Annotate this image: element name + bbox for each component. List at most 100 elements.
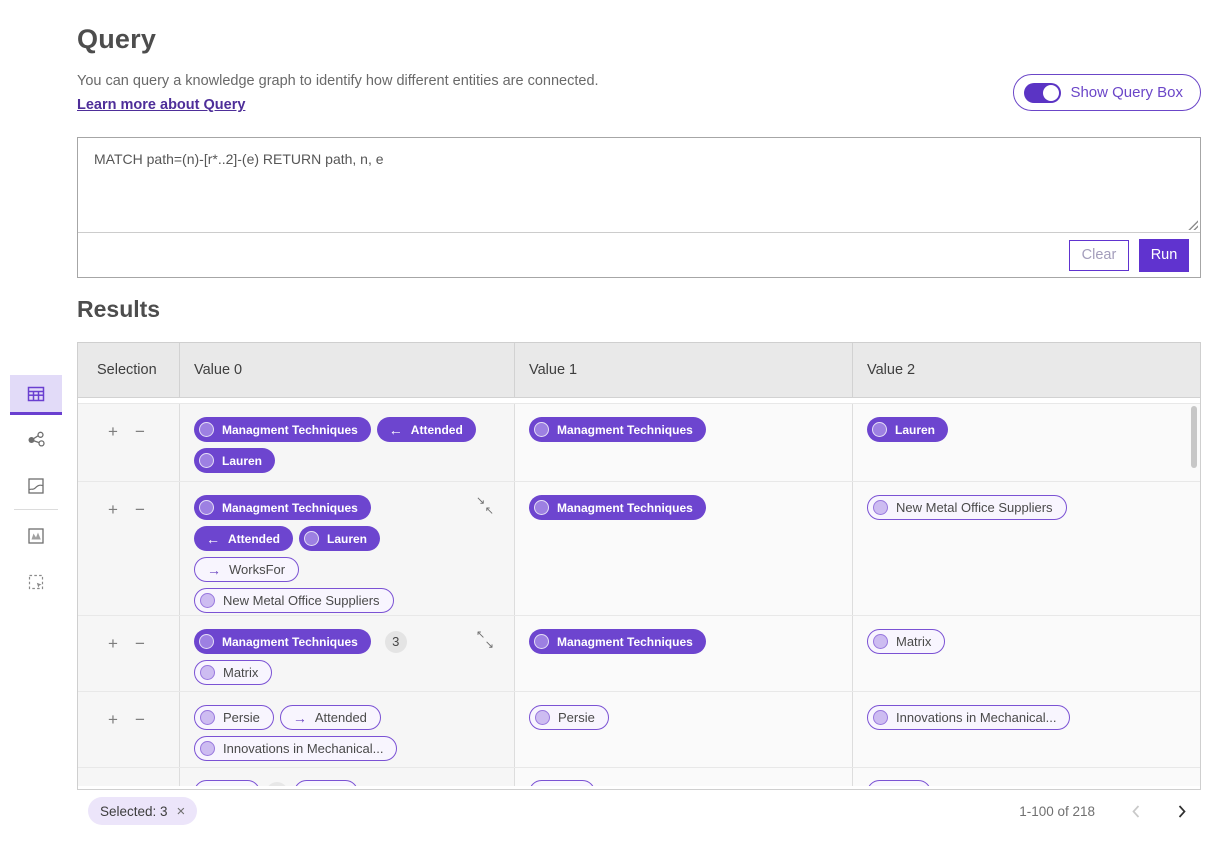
pill-label: Matrix	[896, 634, 931, 649]
cell-selection: +−	[78, 616, 180, 691]
node-pill[interactable]: Lauren	[867, 417, 948, 442]
cell-value-1: Persie	[515, 692, 853, 767]
results-title: Results	[77, 296, 160, 323]
overflow-count-badge[interactable]: 3	[385, 631, 407, 653]
node-dot-icon	[304, 531, 319, 546]
node-dot-icon	[872, 422, 887, 437]
table-row: +− Managment Techniques ← Attended Lauren Man…	[78, 403, 1200, 481]
pill-label: Attended	[411, 423, 463, 437]
pill-line: Persie → Attended	[194, 705, 500, 730]
sidebar-item-link-chart[interactable]	[10, 420, 62, 460]
collapse-row-icon[interactable]: ↘↖	[476, 496, 494, 517]
pill-line: ←AttendedLauren	[194, 526, 500, 551]
pill-label: Managment Techniques	[557, 423, 693, 437]
node-pill[interactable]: Managment Techniques	[194, 629, 371, 654]
toggle-switch-icon[interactable]	[1024, 83, 1061, 103]
arrow-left-icon: ←	[389, 423, 403, 437]
sidebar-item-table-view[interactable]	[10, 375, 62, 415]
table-body: +−Managment Techniques←AttendedLaurenMan…	[78, 398, 1200, 786]
table-row	[78, 767, 1200, 786]
pill-partial	[529, 780, 595, 786]
column-header: Value 0	[180, 343, 515, 397]
cell-selection: +−	[78, 404, 180, 481]
add-to-selection-button[interactable]: +	[108, 423, 118, 440]
pill-label: Innovations in Mechanical...	[896, 710, 1056, 725]
node-dot-icon	[535, 710, 550, 725]
cell-selection: +−	[78, 692, 180, 767]
table-row: +−Managment Techniques3Matrix↖↘Managment…	[78, 615, 1200, 691]
cell-value-0: Managment Techniques 3 Matrix ↖↘	[180, 616, 515, 691]
next-page-button[interactable]	[1177, 804, 1187, 819]
node-pill[interactable]: Matrix	[867, 629, 945, 654]
sidebar-item-new-map[interactable]	[10, 516, 62, 556]
map-icon	[26, 476, 46, 496]
node-pill[interactable]: Managment Techniques	[529, 417, 706, 442]
node-pill[interactable]: Managment Techniques	[529, 495, 706, 520]
cell-value-2: Matrix	[853, 616, 1200, 691]
node-pill[interactable]: Managment Techniques	[194, 495, 371, 520]
sidebar-item-map[interactable]	[10, 466, 62, 506]
learn-more-link[interactable]: Learn more about Query	[77, 97, 245, 113]
node-dot-icon	[534, 634, 549, 649]
prev-page-button[interactable]	[1131, 804, 1141, 819]
node-pill[interactable]: Matrix	[194, 660, 272, 685]
node-pill[interactable]: New Metal Office Suppliers	[867, 495, 1067, 520]
add-to-selection-button[interactable]: +	[108, 635, 118, 652]
remove-from-selection-button[interactable]: −	[135, 423, 145, 440]
clear-button[interactable]: Clear	[1069, 240, 1129, 271]
remove-from-selection-button[interactable]: −	[135, 501, 145, 518]
edge-pill[interactable]: ←Attended	[194, 526, 293, 551]
arrow-right-icon: →	[207, 563, 221, 577]
vertical-scrollbar[interactable]	[1191, 406, 1197, 468]
node-pill[interactable]: Innovations in Mechanical...	[867, 705, 1070, 730]
add-to-selection-button[interactable]: +	[108, 501, 118, 518]
node-pill[interactable]: Lauren	[299, 526, 380, 551]
arrow-right-icon: →	[293, 711, 307, 725]
arrow-left-icon: ←	[206, 532, 220, 546]
remove-from-selection-button[interactable]: −	[135, 635, 145, 652]
node-pill[interactable]: Managment Techniques	[194, 417, 371, 442]
node-dot-icon	[199, 500, 214, 515]
cell-value-0: Managment Techniques ←AttendedLauren → Work…	[180, 482, 515, 615]
pill-label: WorksFor	[229, 562, 285, 577]
node-pill[interactable]: New Metal Office Suppliers	[194, 588, 394, 613]
pill-partial	[194, 780, 260, 786]
node-pill[interactable]: Managment Techniques	[529, 629, 706, 654]
node-pill[interactable]: Persie	[529, 705, 609, 730]
sidebar-item-selection[interactable]	[10, 562, 62, 602]
edge-pill[interactable]: → Attended	[280, 705, 381, 730]
node-dot-icon	[200, 665, 215, 680]
pill-partial	[294, 780, 358, 786]
node-pill[interactable]: Lauren	[194, 448, 275, 473]
pill-line: Managment Techniques	[529, 629, 838, 654]
query-input[interactable]: MATCH path=(n)-[r*..2]-(e) RETURN path, …	[78, 138, 1200, 233]
expand-row-icon[interactable]: ↖↘	[476, 630, 494, 651]
node-dot-icon	[200, 710, 215, 725]
node-dot-icon	[199, 634, 214, 649]
show-query-box-toggle[interactable]: Show Query Box	[1013, 74, 1201, 111]
results-table: SelectionValue 0Value 1Value 2 +−Managme…	[77, 342, 1201, 790]
close-icon[interactable]: ×	[177, 803, 186, 820]
edge-pill[interactable]: → WorksFor	[194, 557, 299, 582]
node-pill[interactable]: Persie	[194, 705, 274, 730]
pill-line: Innovations in Mechanical...	[867, 705, 1186, 730]
remove-from-selection-button[interactable]: −	[135, 711, 145, 728]
edge-pill[interactable]: ← Attended	[377, 417, 476, 442]
table-icon	[26, 384, 46, 404]
page-title: Query	[77, 24, 156, 55]
selected-chip[interactable]: Selected: 3 ×	[88, 797, 197, 825]
resize-grip-icon[interactable]	[1187, 219, 1198, 230]
run-button[interactable]: Run	[1139, 239, 1189, 272]
pill-label: Matrix	[223, 665, 258, 680]
node-pill[interactable]: Innovations in Mechanical...	[194, 736, 397, 761]
pill-line: Managment Techniques	[194, 495, 500, 520]
toggle-label: Show Query Box	[1070, 84, 1183, 101]
pill-label: Attended	[315, 710, 367, 725]
add-to-selection-button[interactable]: +	[108, 711, 118, 728]
cell-value-0	[180, 768, 515, 786]
query-box: MATCH path=(n)-[r*..2]-(e) RETURN path, …	[77, 137, 1201, 278]
pill-label: Managment Techniques	[557, 501, 693, 515]
pill-line: Managment Techniques	[529, 417, 838, 442]
cell-value-1: Managment Techniques	[515, 482, 853, 615]
pill-label: Managment Techniques	[222, 635, 358, 649]
